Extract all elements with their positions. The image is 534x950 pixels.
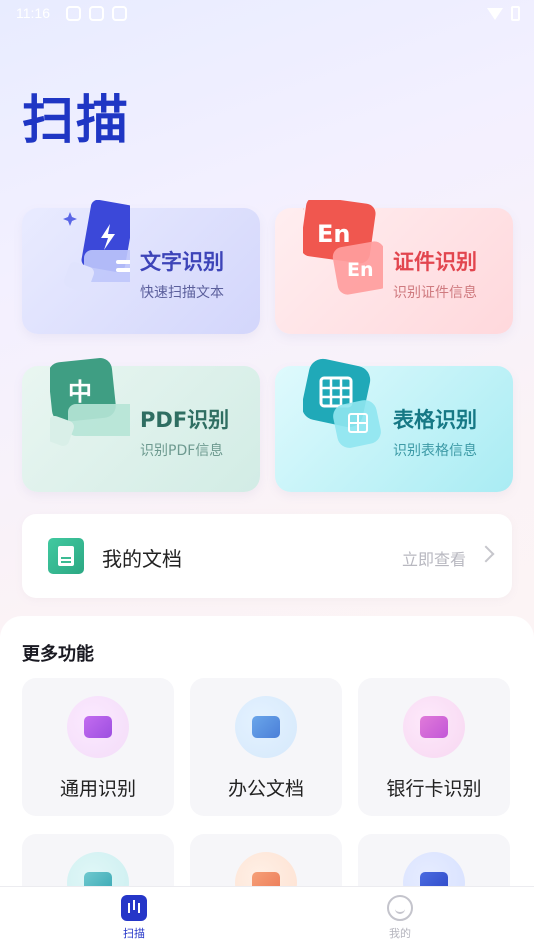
nav-label: 扫描 [123,927,145,940]
profile-icon [387,895,413,921]
document-icon [235,696,297,758]
tile-label: 通用识别 [59,778,136,800]
general-recognition-tile[interactable]: 通用识别 [22,678,174,816]
chevron-right-icon [477,545,495,563]
pdf-art-label: 中 [68,378,92,406]
status-system-icons [487,6,520,21]
id-recognition-card[interactable]: En En 证件识别 识别证件信息 [275,200,513,334]
pdf-recognition-icon: 中 [50,358,130,446]
bank-card-tile[interactable]: 银行卡识别 [358,678,510,816]
table-recognition-icon [303,358,381,448]
notification-icon [89,6,104,21]
card-subtitle: 识别PDF信息 [140,443,224,459]
card-title: 表格识别 [393,408,477,432]
card-subtitle: 快速扫描文本 [140,285,224,301]
status-notification-icons [66,6,127,21]
bottom-navigation: 扫描 我的 [0,886,534,950]
table-recognition-card[interactable]: 表格识别 识别表格信息 [275,358,513,492]
my-documents-row[interactable]: 我的文档 立即查看 [22,514,512,598]
battery-icon [511,6,520,21]
card-title: PDF识别 [140,408,230,432]
id-art-label-2: En [347,259,374,281]
nav-tab-scan[interactable]: 扫描 [94,895,174,941]
status-bar: 11:16 [0,0,534,28]
wifi-icon [487,7,503,20]
card-subtitle: 识别证件信息 [393,285,477,301]
nav-label: 我的 [389,927,411,940]
text-recognition-card[interactable]: 文字识别 快速扫描文本 [22,200,260,334]
camera-icon [67,696,129,758]
bank-card-icon [403,696,465,758]
text-recognition-icon [63,200,130,292]
card-subtitle: 识别表格信息 [393,443,477,459]
more-functions-title: 更多功能 [22,644,94,665]
card-title: 文字识别 [140,250,224,274]
id-recognition-icon: En En [303,200,383,295]
page-title: 扫描 [22,91,131,151]
document-icon [48,538,84,574]
card-title: 证件识别 [393,250,477,274]
scan-icon [121,895,147,921]
id-art-label-1: En [317,220,350,248]
pdf-recognition-card[interactable]: 中 PDF识别 识别PDF信息 [22,358,260,492]
notification-icon [112,6,127,21]
view-now-link[interactable]: 立即查看 [402,546,466,570]
notification-icon [66,6,81,21]
my-documents-title: 我的文档 [102,547,182,571]
tile-label: 办公文档 [227,778,304,800]
office-document-tile[interactable]: 办公文档 [190,678,342,816]
nav-tab-mine[interactable]: 我的 [360,895,440,941]
tile-label: 银行卡识别 [386,778,482,800]
status-time: 11:16 [16,5,50,21]
